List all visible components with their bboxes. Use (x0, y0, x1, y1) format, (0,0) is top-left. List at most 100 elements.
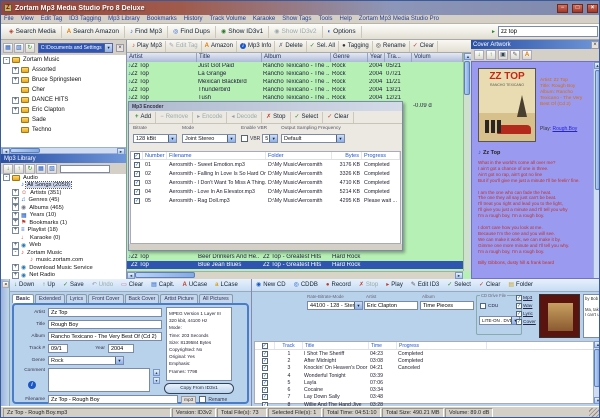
row-checkbox[interactable] (262, 365, 268, 371)
format-checkbox[interactable]: ✓ (516, 319, 522, 325)
cd-track-row[interactable]: 4 Wonderful Tonight 03:39 (255, 372, 593, 379)
comment-field[interactable] (48, 368, 150, 392)
show-id3v2-button[interactable]: Show ID3v2 (269, 26, 322, 38)
clear-button[interactable]: Clear (117, 279, 147, 291)
column-header-progress[interactable]: Progress (397, 342, 487, 349)
add-button[interactable]: Add (131, 112, 156, 123)
cover-toolbar-button[interactable] (486, 50, 496, 60)
artist-field[interactable] (48, 308, 162, 317)
column-header-bytes[interactable]: Bytes (332, 152, 362, 159)
tree-item[interactable]: music.zortam.com (1, 257, 126, 265)
search-amazon-button[interactable]: Search Amazon (62, 26, 125, 38)
refresh-library-button[interactable] (25, 164, 35, 174)
tab[interactable]: All Pictures (199, 294, 233, 303)
tree-expander-icon[interactable]: + (12, 77, 19, 84)
tree-item[interactable]: Karaoke (0) (1, 234, 126, 242)
row-checkbox[interactable] (134, 162, 140, 168)
column-header-progress[interactable]: Progress (362, 152, 400, 159)
cd-artist-field[interactable] (364, 301, 418, 310)
menu-item[interactable]: Show Tags (282, 16, 311, 22)
cover-toolbar-button[interactable] (498, 50, 508, 60)
scroll-left-icon[interactable] (127, 272, 135, 279)
minimize-button[interactable] (557, 4, 568, 13)
encode-row[interactable]: 02 Aerosmith - Falling In Love Is So Har… (131, 169, 400, 178)
format-checkbox[interactable]: ✓ (516, 295, 522, 301)
chevron-down-icon[interactable] (168, 135, 176, 142)
song-row[interactable]: Zz Top Thunderbird Rancho Texicano - The… (127, 86, 463, 94)
format-option[interactable]: ✓ Cover (516, 318, 536, 326)
scroll-thumb[interactable] (594, 349, 600, 387)
cover-toolbar-button[interactable] (522, 50, 532, 60)
check-column-header[interactable] (131, 152, 143, 159)
cd-album-cover-image[interactable] (539, 294, 580, 338)
cover-toolbar-button[interactable] (510, 50, 520, 60)
column-header-track[interactable]: Track (275, 342, 303, 349)
row-checkbox[interactable] (134, 189, 140, 195)
select-all-button[interactable]: Sel. All (307, 41, 339, 52)
column-header-title[interactable]: Title (197, 53, 262, 62)
format-option[interactable]: ✓ Lyric (516, 310, 536, 318)
lowercase-button[interactable]: LCase (211, 279, 242, 291)
folder-path-combo[interactable]: C:\Documents and Settings (38, 43, 113, 53)
tree-item[interactable]: Techno (1, 125, 126, 135)
search-input[interactable] (498, 26, 598, 37)
show-id3v1-button[interactable]: Show ID3v1 (216, 26, 269, 38)
rename-checkbox[interactable] (199, 396, 206, 403)
column-header-year[interactable]: Year (368, 53, 385, 62)
tree-expander-icon[interactable] (12, 127, 19, 134)
tree-expander-icon[interactable]: + (12, 197, 19, 204)
cd-album-field[interactable] (420, 301, 474, 310)
tree-item[interactable]: + Bruce Springsteen (1, 75, 126, 85)
play-track-link[interactable]: Rough.Boy (553, 126, 578, 132)
tree-expander-icon[interactable]: + (12, 227, 19, 234)
decode-button[interactable]: Decode (227, 112, 262, 123)
tree-item[interactable]: + Assorted (1, 65, 126, 75)
tree-expander-icon[interactable] (12, 234, 19, 241)
scroll-thumb[interactable] (135, 272, 195, 278)
column-header-folder[interactable]: Folder (266, 152, 332, 159)
rate-combo[interactable]: 44100 - 128 - Stereo (307, 301, 363, 310)
tab[interactable]: Back Cover (125, 294, 160, 303)
cd-track-row[interactable]: 3 Knockin' On Heaven's Door 04:21 Cancel… (255, 365, 593, 372)
tree-expander-icon[interactable]: + (12, 272, 19, 279)
cd-track-row[interactable]: 1 I Shot The Sheriff 04:23 Completed (255, 350, 593, 357)
mp3-info-button[interactable]: Mp3 Info (237, 41, 275, 52)
tree-item[interactable]: + Net Radio (1, 272, 126, 280)
tree-expander-icon[interactable]: + (12, 212, 19, 219)
refresh-button[interactable] (25, 43, 35, 53)
select-button[interactable]: Select (443, 279, 475, 291)
tree-item[interactable]: + Eric Clapton (1, 105, 126, 115)
scroll-thumb[interactable] (10, 148, 40, 153)
copy-from-id3v1-button[interactable]: Copy From ID3v1 (164, 383, 234, 394)
menu-item[interactable]: Tools (319, 16, 333, 22)
tree-item[interactable]: + Web (1, 242, 126, 250)
play-mp3-button[interactable]: Play Mp3 (129, 41, 166, 52)
menu-item[interactable]: Track Volume (209, 16, 245, 22)
song-row[interactable]: Zz Top Beer Drinkers And He.. Zz Top - G… (127, 253, 463, 261)
tree-item[interactable]: + Download Music Service (1, 264, 126, 272)
row-checkbox[interactable] (134, 171, 140, 177)
tree-expander-icon[interactable]: + (12, 219, 19, 226)
column-header-volume[interactable]: Volum (412, 53, 463, 62)
edit-id3-button[interactable]: Edit ID3 (407, 279, 443, 291)
scroll-up-icon[interactable] (594, 62, 600, 69)
cd-track-row[interactable]: 6 Cocaine 03:34 (255, 386, 593, 393)
tree-expander-icon[interactable]: + (12, 107, 19, 114)
undo-button[interactable]: Undo (88, 279, 117, 291)
frequency-combo[interactable]: Default (281, 134, 345, 143)
scroll-down-icon[interactable] (153, 377, 160, 384)
tree-item[interactable]: + DANCE HITS (1, 95, 126, 105)
column-header-time[interactable]: Time (369, 342, 397, 349)
up-button[interactable]: Up (38, 279, 59, 291)
check-column-header[interactable] (255, 342, 275, 349)
chevron-down-icon[interactable] (115, 357, 123, 364)
song-list-vscrollbar[interactable] (463, 53, 471, 271)
vbr-checkbox[interactable] (241, 135, 248, 142)
menu-item[interactable]: Bookmarks (147, 16, 177, 22)
remove-button[interactable]: Remove (156, 112, 193, 123)
search-media-button[interactable]: Search Media (4, 26, 62, 38)
chevron-down-icon[interactable] (354, 302, 362, 309)
row-checkbox[interactable] (262, 358, 268, 364)
library-view2-button[interactable] (47, 164, 57, 174)
explorer-close-icon[interactable] (116, 44, 124, 52)
